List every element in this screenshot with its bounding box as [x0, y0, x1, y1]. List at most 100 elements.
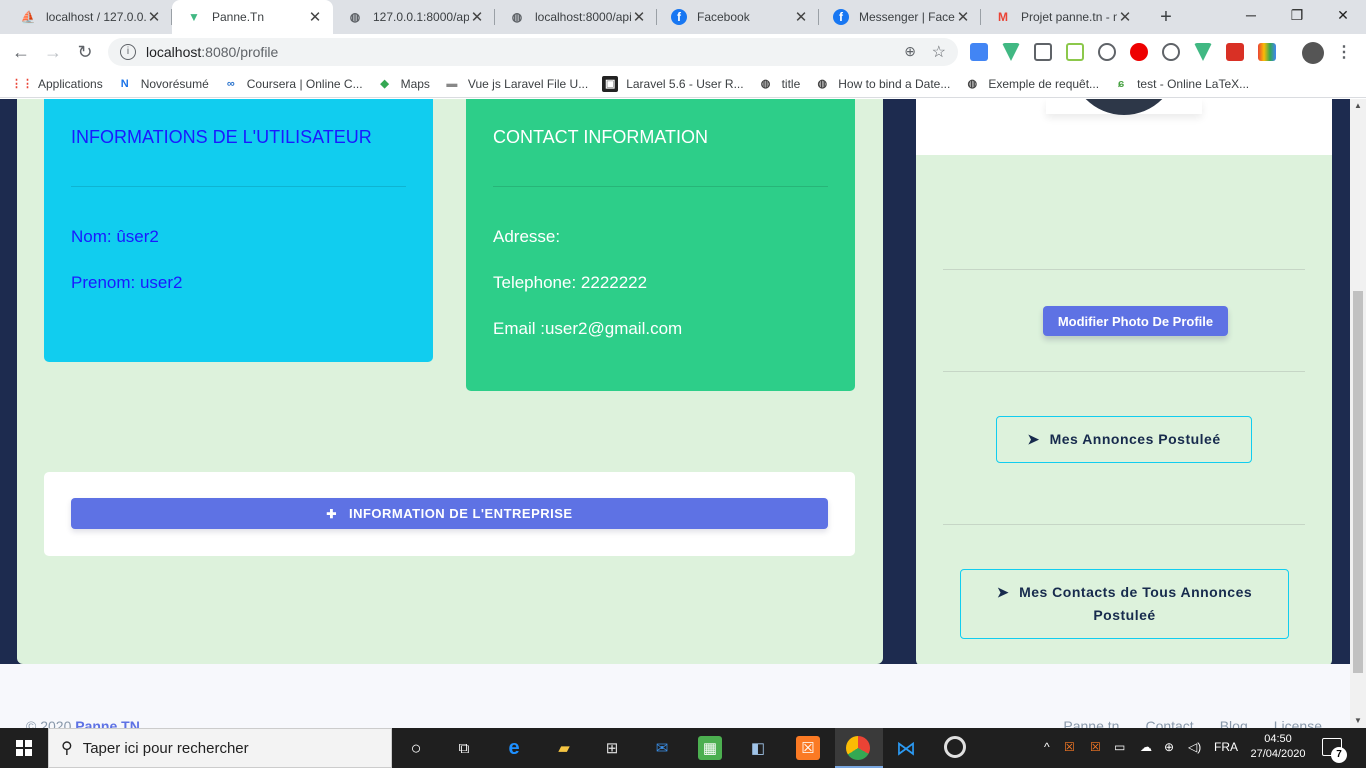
- close-tab-icon[interactable]: ✕: [146, 8, 162, 26]
- notes-app-icon[interactable]: ◧: [746, 736, 770, 760]
- notification-count: 7: [1331, 747, 1347, 763]
- close-tab-icon[interactable]: ✕: [793, 8, 809, 26]
- bookmarks-bar: ⋮⋮ Applications N Novorésumé ∞ Coursera …: [0, 70, 1366, 98]
- color-extension-icon[interactable]: [1258, 43, 1276, 61]
- apps-grid-icon: ⋮⋮: [11, 78, 33, 90]
- reload-icon[interactable]: ↻: [72, 39, 98, 65]
- tab-api-user[interactable]: ◍ localhost:8000/api/user ✕: [495, 0, 657, 34]
- nodejs-extension-icon[interactable]: [1066, 43, 1084, 61]
- store-icon[interactable]: ⊞: [600, 736, 624, 760]
- bookmark-novoresume[interactable]: N Novorésumé: [117, 76, 209, 92]
- battery-icon[interactable]: ▭: [1114, 740, 1125, 754]
- bookmark-star-icon[interactable]: ☆: [932, 42, 946, 62]
- close-tab-icon[interactable]: ✕: [631, 8, 647, 26]
- footer-link-contact[interactable]: Contact: [1145, 718, 1193, 728]
- company-section: ✚ INFORMATION DE L'ENTREPRISE: [44, 472, 855, 556]
- new-tab-button[interactable]: +: [1154, 5, 1178, 29]
- tab-panne-tn[interactable]: ▼ Panne.Tn ✕: [172, 0, 333, 34]
- mail-icon[interactable]: ✉: [650, 736, 674, 760]
- adblock-icon[interactable]: [1130, 43, 1148, 61]
- gmail-icon: M: [998, 10, 1008, 24]
- maximize-icon[interactable]: ❐: [1274, 0, 1320, 30]
- bookmark-bind-date[interactable]: ◍ How to bind a Date...: [814, 76, 950, 92]
- bookmark-latex[interactable]: ɕ test - Online LaTeX...: [1113, 76, 1249, 92]
- info-icon[interactable]: i: [120, 44, 136, 60]
- volume-icon[interactable]: ◁): [1188, 740, 1201, 754]
- close-tab-icon[interactable]: ✕: [955, 8, 971, 26]
- footer-link-blog[interactable]: Blog: [1220, 718, 1248, 728]
- chrome-icon[interactable]: [846, 736, 870, 760]
- task-view-icon[interactable]: ⧉: [452, 736, 476, 760]
- browser-menu-icon[interactable]: ⋮: [1336, 42, 1352, 62]
- tab-facebook[interactable]: f Facebook ✕: [657, 0, 819, 34]
- xampp-icon[interactable]: ☒: [796, 736, 820, 760]
- scrollbar-thumb[interactable]: [1353, 291, 1363, 673]
- bookmark-title[interactable]: ◍ title: [758, 76, 801, 92]
- divider: [943, 524, 1305, 525]
- profile-avatar[interactable]: [1302, 42, 1324, 64]
- close-tab-icon[interactable]: ✕: [307, 8, 323, 26]
- contact-email: Email :user2@gmail.com: [493, 319, 683, 338]
- edge-icon[interactable]: e: [502, 736, 526, 760]
- start-button[interactable]: [0, 728, 48, 768]
- address-bar[interactable]: i localhost:8080/profile ⊕ ☆: [108, 38, 958, 66]
- xampp-tray-icon[interactable]: ☒: [1090, 740, 1101, 754]
- bookmark-coursera[interactable]: ∞ Coursera | Online C...: [223, 76, 363, 92]
- forward-arrow-icon[interactable]: →: [40, 39, 66, 65]
- close-tab-icon[interactable]: ✕: [469, 8, 485, 26]
- spreadsheet-app-icon[interactable]: ▦: [698, 736, 722, 760]
- recorder-icon[interactable]: [944, 736, 966, 758]
- phpmyadmin-icon: ⛵: [20, 10, 36, 24]
- tray-expand-icon[interactable]: ^: [1044, 740, 1050, 754]
- back-arrow-icon[interactable]: ←: [8, 39, 34, 65]
- bookmark-vue-laravel[interactable]: ▬ Vue js Laravel File U...: [444, 76, 588, 92]
- language-indicator[interactable]: FRA: [1214, 740, 1238, 754]
- onedrive-icon[interactable]: ☁: [1140, 740, 1152, 754]
- close-tab-icon[interactable]: ✕: [1117, 8, 1133, 26]
- tab-api-annonces[interactable]: ◍ 127.0.0.1:8000/api/annonces ✕: [333, 0, 495, 34]
- vscode-icon[interactable]: ⋈: [894, 736, 918, 760]
- red-extension-icon[interactable]: [1226, 43, 1244, 61]
- paper-plane-icon: ➤: [1027, 431, 1040, 447]
- windows-taskbar: ⚲ Taper ici pour rechercher ○ ⧉ e ▰ ⊞ ✉ …: [0, 728, 1366, 768]
- zoom-icon[interactable]: ⊕: [904, 43, 916, 60]
- json-extension-icon[interactable]: [1098, 43, 1116, 61]
- contact-info-card: CONTACT INFORMATION Adresse: Telephone: …: [466, 99, 855, 391]
- cortana-icon[interactable]: ○: [404, 736, 428, 760]
- block-extension-icon[interactable]: [1162, 43, 1180, 61]
- page-scrollbar[interactable]: ▲ ▼: [1350, 99, 1366, 728]
- modify-photo-button[interactable]: Modifier Photo De Profile: [1043, 306, 1228, 336]
- bookmark-laravel-user[interactable]: ▣ Laravel 5.6 - User R...: [602, 75, 744, 92]
- vue-extension-icon[interactable]: [1194, 43, 1212, 61]
- xampp-tray-icon[interactable]: ☒: [1064, 740, 1075, 754]
- bookmark-exemple-requete[interactable]: ◍ Exemple de requêt...: [964, 76, 1100, 92]
- tab-phpmyadmin[interactable]: ⛵ localhost / 127.0.0.1 / panne ✕: [6, 0, 172, 34]
- close-window-icon[interactable]: ✕: [1320, 0, 1366, 30]
- divider: [943, 371, 1305, 372]
- browser-toolbar: ← → ↻ i localhost:8080/profile ⊕ ☆ ⋮: [0, 34, 1366, 70]
- tab-gmail[interactable]: M Projet panne.tn - mail ✕: [981, 0, 1143, 34]
- footer-link-license[interactable]: License: [1274, 718, 1322, 728]
- user-info-title: INFORMATIONS DE L'UTILISATEUR: [71, 127, 372, 147]
- my-contacts-button[interactable]: ➤ Mes Contacts de Tous Annonces Postuleé: [960, 569, 1289, 639]
- divider: [943, 269, 1305, 270]
- taskbar-clock[interactable]: 04:50 27/04/2020: [1248, 732, 1308, 762]
- footer-brand-link[interactable]: Panne.TN: [75, 718, 140, 728]
- tab-messenger[interactable]: f Messenger | Facebook ✕: [819, 0, 981, 34]
- translate-extension-icon[interactable]: [970, 43, 988, 61]
- vue-devtools-icon[interactable]: [1002, 43, 1020, 61]
- footer-link-panne[interactable]: Panne.tn: [1063, 718, 1119, 728]
- file-explorer-icon[interactable]: ▰: [552, 736, 576, 760]
- network-icon[interactable]: ⊕: [1164, 740, 1174, 754]
- globe-icon: ◍: [817, 78, 828, 90]
- profile-side-card: Modifier Photo De Profile ➤ Mes Annonces…: [916, 99, 1332, 666]
- shield-extension-icon[interactable]: [1034, 43, 1052, 61]
- company-info-button[interactable]: ✚ INFORMATION DE L'ENTREPRISE: [71, 498, 828, 529]
- minimize-icon[interactable]: ─: [1228, 0, 1274, 30]
- scroll-down-icon[interactable]: ▼: [1354, 716, 1362, 725]
- bookmark-maps[interactable]: ◆ Maps: [377, 76, 430, 92]
- bookmark-applications[interactable]: ⋮⋮ Applications: [11, 76, 103, 92]
- my-applied-ads-button[interactable]: ➤ Mes Annonces Postuleé: [996, 416, 1252, 463]
- scroll-up-icon[interactable]: ▲: [1354, 101, 1362, 110]
- taskbar-search[interactable]: ⚲ Taper ici pour rechercher: [48, 728, 392, 768]
